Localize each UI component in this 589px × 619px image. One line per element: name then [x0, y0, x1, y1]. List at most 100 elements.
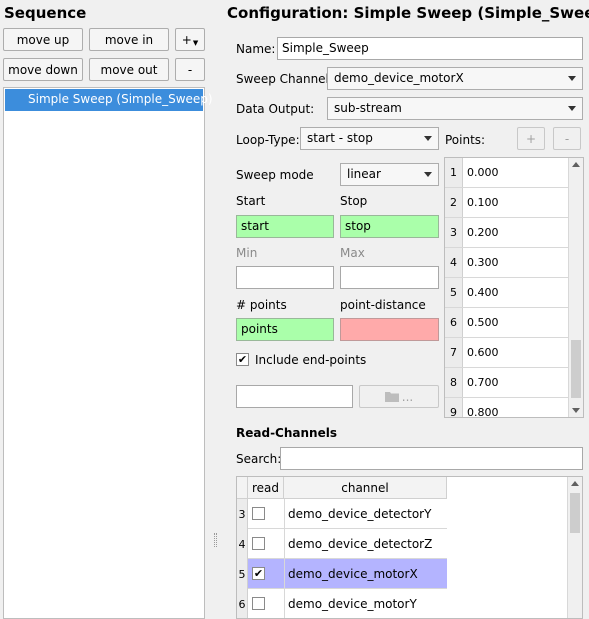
add-point-button[interactable]: + — [517, 127, 545, 150]
search-input[interactable] — [280, 447, 583, 470]
point-value[interactable]: 0.800 — [463, 398, 568, 417]
row-index: 7 — [445, 338, 463, 367]
table-row[interactable]: 8 0.700 — [445, 368, 568, 398]
loop-type-value: start - stop — [307, 131, 373, 145]
stop-input[interactable]: stop — [340, 215, 439, 238]
scrollbar-thumb[interactable] — [571, 340, 581, 398]
row-index: 9 — [445, 398, 463, 417]
sweep-mode-value: linear — [347, 167, 381, 181]
move-in-button[interactable]: move in — [89, 28, 169, 51]
start-input[interactable]: start — [236, 215, 334, 238]
remove-item-button[interactable]: - — [175, 58, 205, 81]
search-label: Search: — [236, 452, 282, 466]
include-endpoints-checkbox[interactable]: ✔ — [236, 353, 249, 366]
table-row[interactable]: 5 ✔ demo_device_motorX — [237, 559, 447, 589]
sweep-mode-select[interactable]: linear — [340, 163, 439, 186]
name-label: Name: — [236, 42, 276, 56]
column-header-channel[interactable]: channel — [284, 477, 447, 499]
move-out-button[interactable]: move out — [89, 58, 169, 81]
scrollbar-thumb[interactable] — [570, 493, 580, 533]
table-row[interactable]: 3 0.200 — [445, 218, 568, 248]
max-input[interactable] — [340, 266, 439, 289]
name-input[interactable]: Simple_Sweep — [277, 37, 583, 60]
point-value[interactable]: 0.600 — [463, 338, 568, 367]
checkmark-icon: ✔ — [253, 567, 264, 580]
row-index: 3 — [445, 218, 463, 247]
point-value[interactable]: 0.000 — [463, 158, 568, 187]
read-checkbox[interactable] — [252, 597, 265, 610]
loop-type-label: Loop-Type: — [236, 133, 300, 147]
row-index: 4 — [237, 529, 248, 559]
splitter-handle[interactable] — [214, 533, 217, 547]
data-output-label: Data Output: — [236, 102, 315, 116]
min-label: Min — [236, 246, 258, 260]
point-value[interactable]: 0.200 — [463, 218, 568, 247]
sequence-list[interactable]: Simple Sweep (Simple_Sweep) — [3, 87, 213, 619]
read-channels-scrollbar[interactable] — [567, 477, 582, 618]
point-value[interactable]: 0.100 — [463, 188, 568, 217]
sequence-title: Sequence — [4, 4, 87, 22]
num-points-label: # points — [236, 298, 287, 312]
scroll-up-icon[interactable] — [572, 162, 580, 167]
sweep-channel-label: Sweep Channel: — [236, 72, 333, 86]
min-input[interactable] — [236, 266, 334, 289]
table-row[interactable]: 4 demo_device_detectorZ — [237, 529, 447, 559]
file-path-input[interactable] — [236, 385, 353, 408]
read-checkbox[interactable] — [252, 537, 265, 550]
move-down-button[interactable]: move down — [3, 58, 83, 81]
sweep-mode-label: Sweep mode — [236, 168, 314, 182]
point-value[interactable]: 0.700 — [463, 368, 568, 397]
loop-type-select[interactable]: start - stop — [300, 127, 439, 150]
browse-label: ... — [401, 389, 414, 404]
read-channels-table[interactable]: read channel 3 demo_device_detectorY 4 d… — [236, 476, 583, 619]
point-value[interactable]: 0.300 — [463, 248, 568, 277]
row-index: 2 — [445, 188, 463, 217]
chevron-down-icon — [424, 136, 432, 141]
point-value[interactable]: 0.500 — [463, 308, 568, 337]
table-row[interactable]: 5 0.400 — [445, 278, 568, 308]
channel-name: demo_device_motorY — [284, 589, 417, 618]
sweep-channel-value: demo_device_motorX — [334, 71, 464, 85]
chevron-down-icon — [568, 106, 576, 111]
point-distance-input[interactable] — [340, 318, 439, 341]
point-distance-label: point-distance — [340, 298, 426, 312]
add-item-button[interactable]: + ▼ — [175, 28, 205, 51]
table-row[interactable]: 1 0.000 — [445, 158, 568, 188]
read-checkbox[interactable] — [252, 507, 265, 520]
sweep-channel-select[interactable]: demo_device_motorX — [327, 67, 583, 90]
table-row[interactable]: 7 0.600 — [445, 338, 568, 368]
scroll-up-icon[interactable] — [571, 481, 579, 486]
column-header-read[interactable]: read — [248, 477, 284, 499]
table-row[interactable]: 4 0.300 — [445, 248, 568, 278]
point-value[interactable]: 0.400 — [463, 278, 568, 307]
points-label: Points: — [445, 133, 486, 147]
channel-name: demo_device_detectorZ — [284, 529, 432, 559]
read-checkbox[interactable]: ✔ — [252, 567, 265, 580]
start-label: Start — [236, 194, 266, 208]
points-scrollbar[interactable] — [568, 158, 583, 417]
table-row[interactable]: 6 0.500 — [445, 308, 568, 338]
chevron-down-icon — [568, 76, 576, 81]
table-row[interactable]: 2 0.100 — [445, 188, 568, 218]
sequence-item-simple-sweep[interactable]: Simple Sweep (Simple_Sweep) — [5, 89, 213, 111]
channel-name: demo_device_detectorY — [284, 499, 431, 529]
dropdown-arrow-icon: ▼ — [192, 38, 199, 47]
row-index: 6 — [237, 589, 248, 618]
scroll-down-icon[interactable] — [572, 408, 580, 413]
row-index: 5 — [237, 559, 248, 589]
row-index: 1 — [445, 158, 463, 187]
add-label: + — [181, 32, 192, 47]
table-row[interactable]: 3 demo_device_detectorY — [237, 499, 447, 529]
num-points-input[interactable]: points — [236, 318, 334, 341]
data-output-select[interactable]: sub-stream — [327, 97, 583, 120]
table-row[interactable]: 9 0.800 — [445, 398, 568, 417]
channel-name: demo_device_motorX — [284, 559, 418, 589]
row-index: 6 — [445, 308, 463, 337]
data-output-value: sub-stream — [334, 101, 402, 115]
table-row[interactable]: 6 demo_device_motorY — [237, 589, 447, 618]
remove-point-button[interactable]: - — [553, 127, 581, 150]
points-table[interactable]: 1 0.000 2 0.100 3 0.200 4 0.300 5 0.400 … — [444, 157, 584, 418]
browse-button[interactable]: ... — [359, 385, 439, 408]
corner-header — [237, 477, 248, 499]
move-up-button[interactable]: move up — [3, 28, 83, 51]
